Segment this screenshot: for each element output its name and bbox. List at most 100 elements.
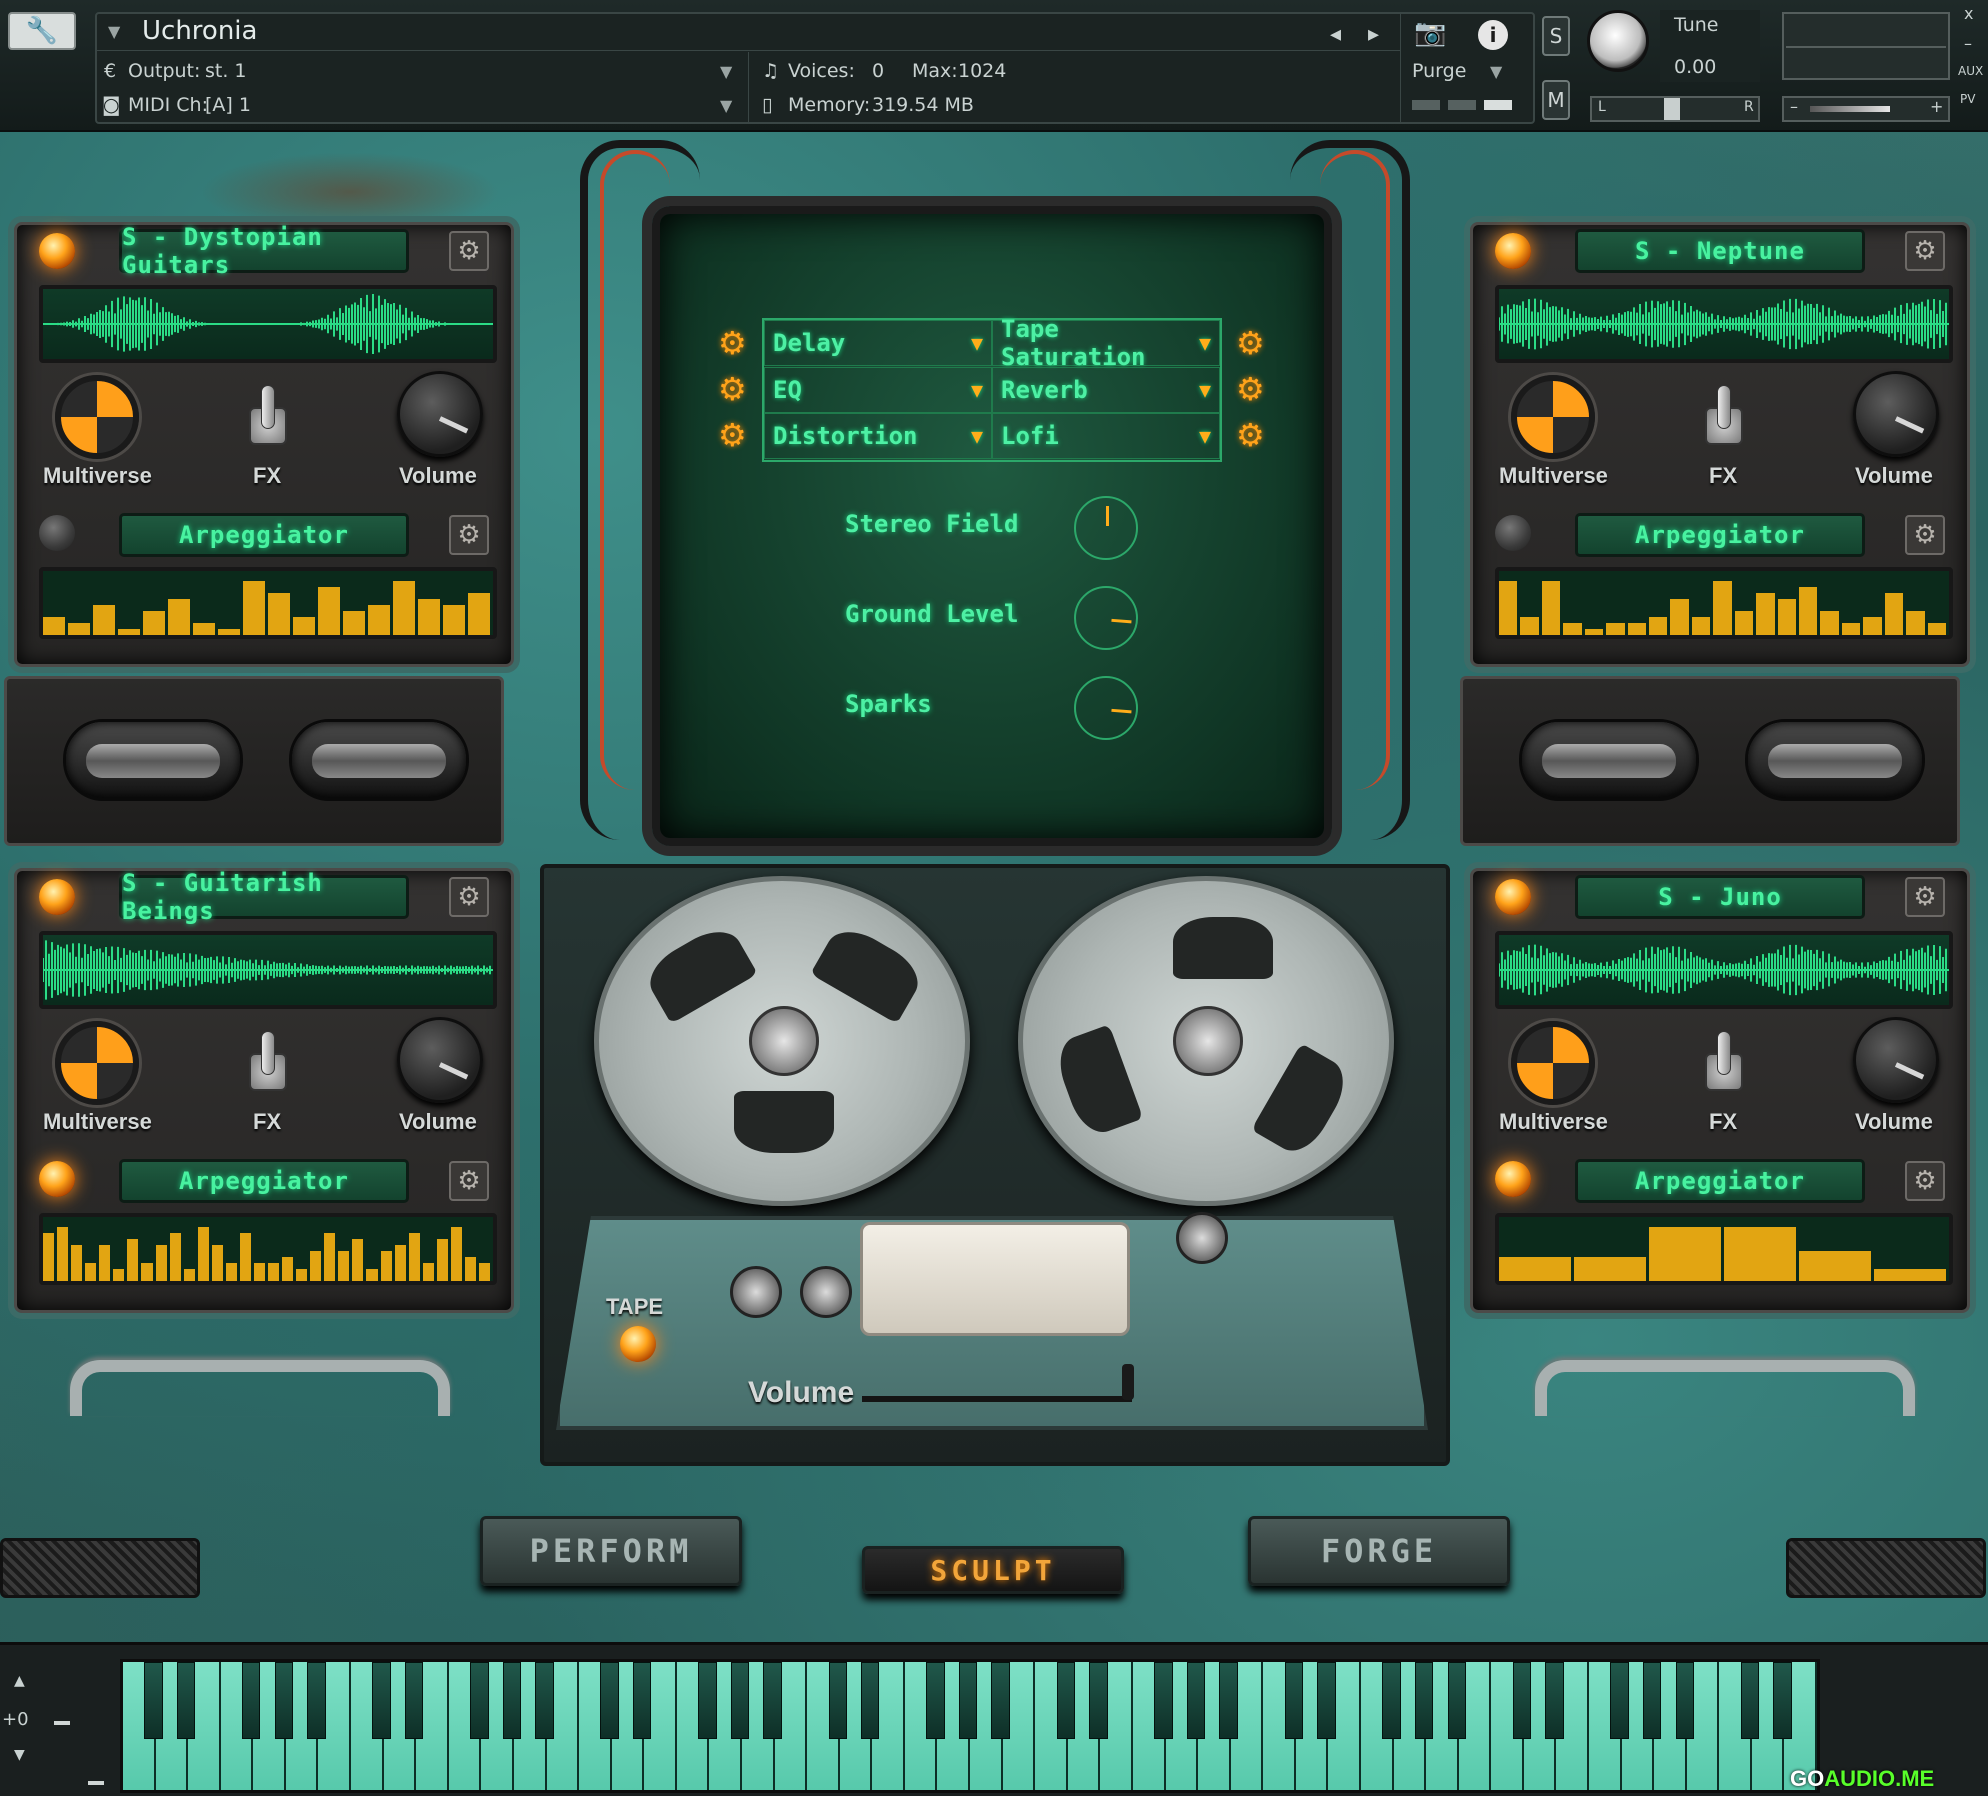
- arp-step-bar[interactable]: [464, 1257, 477, 1281]
- fx-settings-gear-icon[interactable]: ⚙: [718, 416, 747, 454]
- arp-step-bar[interactable]: [268, 1263, 281, 1281]
- white-key[interactable]: [1491, 1662, 1532, 1790]
- ground-level-knob[interactable]: [1074, 586, 1138, 650]
- arp-step-bar[interactable]: [218, 629, 241, 635]
- black-key[interactable]: [1545, 1662, 1564, 1739]
- black-key[interactable]: [958, 1662, 978, 1739]
- volume-knob[interactable]: [397, 371, 483, 457]
- arp-step-display[interactable]: [39, 567, 497, 639]
- arp-step-bar[interactable]: [211, 1245, 224, 1281]
- forge-mode-button[interactable]: FORGE: [1248, 1516, 1510, 1586]
- arp-step-bar[interactable]: [1820, 611, 1840, 635]
- volume-knob[interactable]: [1853, 371, 1939, 457]
- arp-step-bar[interactable]: [1777, 599, 1797, 635]
- arp-step-bar[interactable]: [1541, 581, 1562, 635]
- black-key[interactable]: [1773, 1662, 1792, 1739]
- arp-step-bar[interactable]: [43, 617, 66, 635]
- slot-power-led[interactable]: [1495, 879, 1531, 915]
- instrument-title[interactable]: Uchronia: [142, 16, 257, 46]
- arp-step-bar[interactable]: [1649, 617, 1669, 635]
- multiverse-knob[interactable]: [55, 1021, 139, 1105]
- black-key[interactable]: [1447, 1662, 1466, 1739]
- arp-step-bar[interactable]: [169, 1233, 182, 1281]
- arp-step-bar[interactable]: [155, 1245, 168, 1281]
- next-instrument-icon[interactable]: ▸: [1368, 22, 1379, 47]
- slot-power-led[interactable]: [39, 233, 75, 269]
- arp-step-bar[interactable]: [1841, 623, 1862, 635]
- white-key[interactable]: [579, 1662, 619, 1790]
- white-key[interactable]: [1035, 1662, 1075, 1790]
- minimize-icon[interactable]: –: [1964, 34, 1972, 53]
- fx-slot-lofi[interactable]: Lofi ▼: [992, 413, 1220, 460]
- camera-icon[interactable]: 📷: [1414, 18, 1446, 48]
- solo-button[interactable]: S: [1542, 16, 1570, 56]
- arp-step-bar[interactable]: [450, 1227, 463, 1281]
- black-key[interactable]: [1056, 1662, 1075, 1739]
- arp-power-led[interactable]: [39, 1161, 75, 1197]
- arp-step-bar[interactable]: [1874, 1269, 1947, 1281]
- piano-keyboard[interactable]: [120, 1659, 1820, 1793]
- multiverse-knob[interactable]: [1511, 375, 1595, 459]
- black-key[interactable]: [1675, 1662, 1694, 1739]
- arp-step-bar[interactable]: [193, 623, 216, 635]
- fx-toggle-switch[interactable]: [1701, 1031, 1745, 1095]
- slot-settings-gear-icon[interactable]: ⚙: [449, 231, 489, 271]
- stereo-field-knob[interactable]: [1074, 496, 1138, 560]
- arp-step-bar[interactable]: [368, 605, 391, 635]
- slot-settings-gear-icon[interactable]: ⚙: [1905, 231, 1945, 271]
- tape-reel-left[interactable]: [594, 876, 970, 1206]
- sculpt-mode-button[interactable]: SCULPT: [862, 1546, 1124, 1594]
- black-key[interactable]: [926, 1662, 945, 1739]
- arp-step-bar[interactable]: [1884, 593, 1905, 635]
- slot-sample-name[interactable]: S - Dystopian Guitars: [119, 223, 409, 279]
- midi-value[interactable]: [A] 1: [205, 94, 251, 116]
- perform-mode-button[interactable]: PERFORM: [480, 1516, 742, 1586]
- tape-volume-slider[interactable]: [862, 1396, 1132, 1402]
- black-key[interactable]: [698, 1662, 717, 1739]
- arp-step-bar[interactable]: [1499, 1257, 1572, 1281]
- arp-power-led[interactable]: [1495, 1161, 1531, 1197]
- arp-settings-gear-icon[interactable]: ⚙: [1905, 1161, 1945, 1201]
- arp-step-bar[interactable]: [1499, 581, 1519, 635]
- fx-settings-gear-icon[interactable]: ⚙: [1236, 324, 1265, 362]
- output-dropdown-icon[interactable]: ▼: [720, 62, 732, 81]
- arp-step-bar[interactable]: [197, 1227, 210, 1281]
- arp-step-bar[interactable]: [71, 1245, 84, 1281]
- arp-step-bar[interactable]: [1927, 623, 1947, 635]
- white-key[interactable]: [1360, 1662, 1401, 1790]
- black-key[interactable]: [861, 1662, 880, 1739]
- slot-sample-name[interactable]: S - Neptune: [1575, 229, 1865, 273]
- arp-step-display[interactable]: [39, 1213, 497, 1285]
- pv-button[interactable]: PV: [1960, 92, 1975, 106]
- black-key[interactable]: [502, 1662, 522, 1739]
- arp-step-bar[interactable]: [352, 1239, 365, 1281]
- black-key[interactable]: [763, 1662, 782, 1739]
- white-key[interactable]: [1263, 1662, 1303, 1790]
- white-key[interactable]: [220, 1662, 261, 1790]
- arp-step-bar[interactable]: [1649, 1227, 1722, 1281]
- fx-slot-tape-saturation[interactable]: Tape Saturation ▼: [992, 315, 1220, 371]
- output-value[interactable]: st. 1: [205, 60, 247, 82]
- arp-power-led[interactable]: [39, 515, 75, 551]
- black-key[interactable]: [1740, 1662, 1760, 1739]
- tape-led[interactable]: [620, 1326, 656, 1362]
- close-icon[interactable]: x: [1964, 4, 1973, 23]
- arp-step-bar[interactable]: [408, 1233, 421, 1281]
- black-key[interactable]: [242, 1662, 261, 1739]
- arp-step-bar[interactable]: [99, 1245, 112, 1281]
- multiverse-knob[interactable]: [1511, 1021, 1595, 1105]
- arp-step-bar[interactable]: [113, 1269, 126, 1281]
- black-key[interactable]: [470, 1662, 489, 1739]
- arp-settings-gear-icon[interactable]: ⚙: [449, 515, 489, 555]
- collapse-triangle-icon[interactable]: ▼: [108, 22, 120, 41]
- arp-step-bar[interactable]: [268, 593, 291, 635]
- fx-slot-distortion[interactable]: Distortion ▼: [764, 413, 992, 460]
- mute-button[interactable]: M: [1542, 80, 1570, 120]
- slot-sample-name[interactable]: S - Guitarish Beings: [119, 869, 409, 925]
- black-key[interactable]: [1186, 1662, 1206, 1739]
- arp-step-bar[interactable]: [183, 1269, 196, 1281]
- info-icon[interactable]: i: [1478, 20, 1508, 50]
- black-key[interactable]: [1284, 1662, 1303, 1739]
- octave-down-icon[interactable]: ▼: [14, 1747, 25, 1763]
- slot-power-led[interactable]: [1495, 233, 1531, 269]
